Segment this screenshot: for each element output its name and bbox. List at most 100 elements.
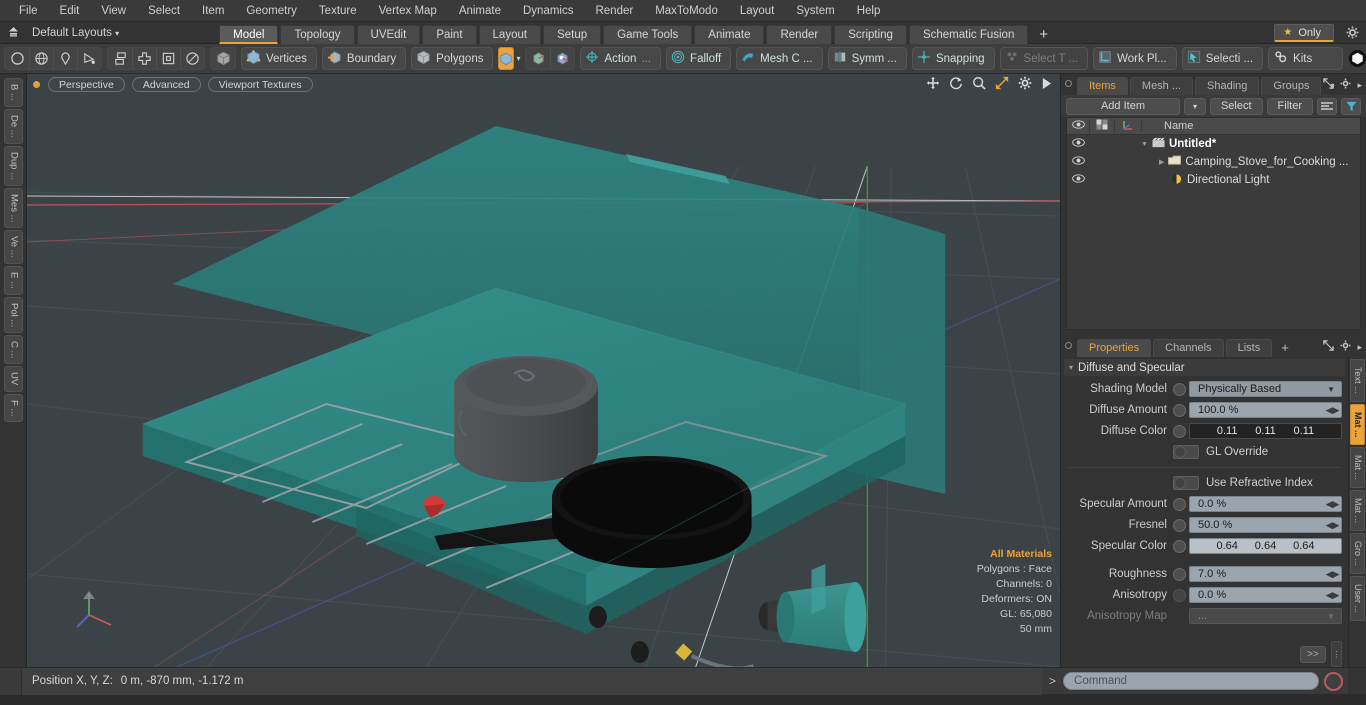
center-icon[interactable] [132, 48, 156, 69]
radial-icon[interactable] [180, 48, 204, 69]
tab-mesh[interactable]: Mesh ... [1130, 77, 1193, 95]
eye-icon[interactable] [1067, 174, 1089, 186]
tab-lists[interactable]: Lists [1226, 339, 1273, 357]
zoom-icon[interactable] [972, 76, 986, 93]
add-item-button[interactable]: Add Item [1066, 98, 1180, 115]
tab-layout[interactable]: Layout [479, 25, 542, 44]
tab-model[interactable]: Model [219, 25, 278, 44]
axis-y-icon[interactable] [550, 48, 574, 69]
channel-knob[interactable] [1173, 519, 1186, 532]
tab-channels[interactable]: Channels [1153, 339, 1223, 357]
shading-model-select[interactable]: Physically Based ▼ [1189, 381, 1342, 397]
spinner-icon[interactable]: ◀▶ [1324, 590, 1341, 601]
channel-knob[interactable] [1173, 425, 1186, 438]
menu-item-maxtomodo[interactable]: MaxToModo [644, 0, 729, 22]
mode-polygons-button[interactable]: Polygons [411, 47, 493, 70]
record-icon[interactable] [1324, 672, 1343, 691]
right-rail-tab-5[interactable]: User ... [1350, 576, 1365, 621]
left-rail-tab-1[interactable]: De ... [4, 109, 23, 144]
snapping-button[interactable]: Snapping [912, 47, 995, 70]
tab-schematic-fusion[interactable]: Schematic Fusion [909, 25, 1028, 44]
table-row[interactable]: Directional Light [1067, 171, 1360, 189]
right-rail-tab-3[interactable]: Mat ... [1350, 490, 1365, 531]
action-button[interactable]: Action ... [580, 47, 661, 70]
axis-x-icon[interactable] [526, 48, 550, 69]
left-rail-tab-4[interactable]: Ve ... [4, 230, 23, 264]
menu-item-render[interactable]: Render [584, 0, 644, 22]
menu-item-view[interactable]: View [90, 0, 137, 22]
chevron-down-icon[interactable]: ▾ [516, 47, 520, 70]
specular-amount-input[interactable]: 0.0 % ◀▶ [1189, 496, 1342, 512]
duplicate-icon[interactable] [108, 48, 132, 69]
channel-knob[interactable] [1173, 540, 1186, 553]
item-tree[interactable]: Name ▼ Untitled* [1066, 117, 1361, 330]
viewport-advanced-button[interactable]: Advanced [132, 77, 201, 92]
diffuse-amount-input[interactable]: 100.0 % ◀▶ [1189, 402, 1342, 418]
gear-icon[interactable] [1340, 340, 1351, 354]
left-rail-tab-3[interactable]: Mes ... [4, 188, 23, 229]
menu-item-item[interactable]: Item [191, 0, 235, 22]
chevron-right-icon[interactable]: ▸ [1357, 342, 1362, 353]
left-rail-tab-9[interactable]: F ... [4, 394, 23, 422]
left-rail-tab-0[interactable]: B ... [4, 78, 23, 107]
viewport-indicator[interactable] [33, 81, 40, 88]
select-through-button[interactable]: Select T ... [1000, 47, 1089, 70]
tab-paint[interactable]: Paint [422, 25, 476, 44]
work-plane-button[interactable]: Work Pl... [1093, 47, 1177, 70]
command-input[interactable]: Command [1063, 672, 1319, 690]
home-icon[interactable] [0, 26, 26, 40]
status-drag-handle[interactable] [0, 668, 22, 695]
table-row[interactable]: ▶ Camping_Stove_for_Cooking ... [1067, 153, 1360, 171]
falloff-button[interactable]: Falloff [666, 47, 731, 70]
roughness-input[interactable]: 7.0 % ◀▶ [1189, 566, 1342, 582]
gear-icon[interactable] [1018, 76, 1032, 93]
menu-item-file[interactable]: File [8, 0, 49, 22]
spinner-icon[interactable]: ◀▶ [1324, 499, 1341, 510]
menu-item-texture[interactable]: Texture [308, 0, 368, 22]
tab-topology[interactable]: Topology [280, 25, 354, 44]
viewport-perspective-button[interactable]: Perspective [48, 77, 125, 92]
eye-icon[interactable] [1067, 138, 1089, 150]
tab-scripting[interactable]: Scripting [834, 25, 907, 44]
menu-item-select[interactable]: Select [137, 0, 191, 22]
list-icon[interactable] [1317, 98, 1337, 115]
layouts-dropdown[interactable]: Default Layouts ▾ [26, 27, 119, 39]
curve-icon[interactable] [77, 48, 101, 69]
tab-properties[interactable]: Properties [1077, 339, 1151, 357]
gear-icon[interactable] [1340, 78, 1351, 92]
chevron-down-icon[interactable]: ▼ [1141, 141, 1148, 148]
spinner-icon[interactable]: ◀▶ [1324, 569, 1341, 580]
cube-icon[interactable] [211, 48, 235, 69]
menu-item-dynamics[interactable]: Dynamics [512, 0, 584, 22]
modo-icon[interactable] [1348, 48, 1366, 69]
play-icon[interactable] [1041, 77, 1052, 93]
active-selection-mode-button[interactable] [498, 47, 514, 70]
channel-knob[interactable] [1173, 589, 1186, 602]
gear-icon[interactable] [1346, 26, 1359, 42]
left-rail-tab-6[interactable]: Pol ... [4, 297, 23, 333]
diffuse-color-input[interactable]: 0.11 0.11 0.11 [1189, 423, 1342, 439]
tab-uvedit[interactable]: UVEdit [357, 25, 421, 44]
spinner-icon[interactable]: ◀▶ [1324, 520, 1341, 531]
circle-icon[interactable] [5, 48, 29, 69]
expand-icon[interactable] [1323, 340, 1334, 354]
tab-render[interactable]: Render [766, 25, 832, 44]
forward-button[interactable]: >> [1300, 646, 1326, 663]
anisotropy-input[interactable]: 0.0 % ◀▶ [1189, 587, 1342, 603]
left-rail-tab-8[interactable]: UV [4, 366, 23, 391]
panel-menu-dot[interactable] [1065, 342, 1072, 349]
tab-animate[interactable]: Animate [694, 25, 764, 44]
funnel-icon[interactable] [1341, 98, 1361, 115]
tab-items[interactable]: Items [1077, 77, 1128, 95]
chevron-right-icon[interactable]: ▶ [1159, 158, 1164, 166]
spinner-icon[interactable]: ◀▶ [1324, 405, 1341, 416]
globe-icon[interactable] [29, 48, 53, 69]
menu-item-system[interactable]: System [785, 0, 845, 22]
right-rail-tab-0[interactable]: Text ... [1350, 359, 1365, 402]
left-rail-tab-2[interactable]: Dup ... [4, 146, 23, 186]
add-properties-tab-button[interactable]: + [1274, 339, 1296, 357]
use-refractive-index-toggle[interactable] [1173, 476, 1199, 490]
right-rail-tab-4[interactable]: Gro ... [1350, 533, 1365, 574]
channel-knob[interactable] [1173, 498, 1186, 511]
selection-set-button[interactable]: Selecti ... [1182, 47, 1263, 70]
